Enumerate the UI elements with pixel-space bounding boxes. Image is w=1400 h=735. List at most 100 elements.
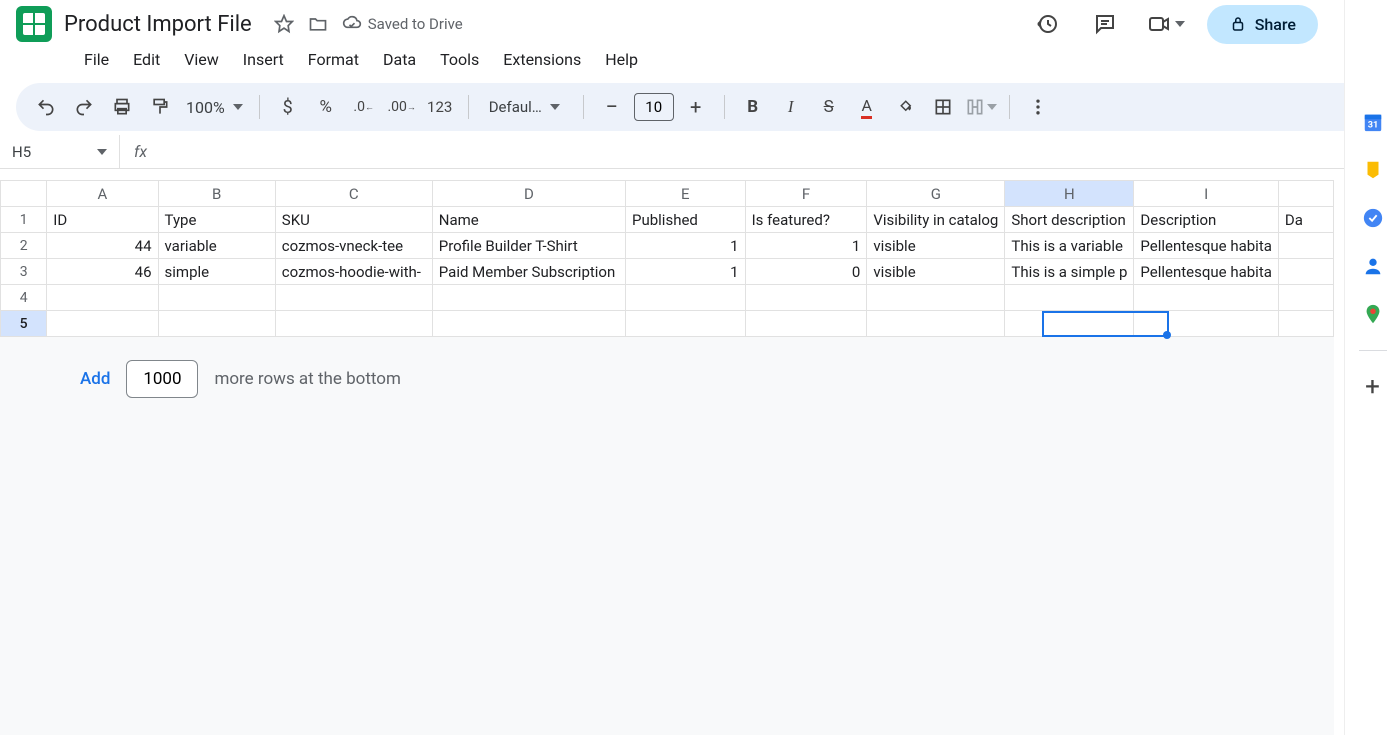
star-icon[interactable] (274, 14, 294, 34)
menu-tools[interactable]: Tools (430, 46, 489, 73)
cell[interactable]: Profile Builder T-Shirt (432, 233, 625, 259)
decrease-decimal-button[interactable]: .0← (348, 91, 380, 123)
move-folder-icon[interactable] (308, 14, 328, 34)
cell[interactable] (626, 311, 746, 337)
increase-font-button[interactable]: + (680, 91, 712, 123)
cell[interactable] (1278, 259, 1333, 285)
row-header[interactable]: 4 (1, 285, 47, 311)
cell[interactable]: ID (47, 207, 158, 233)
add-rows-count-input[interactable] (126, 360, 198, 398)
cell[interactable] (1278, 233, 1333, 259)
bold-button[interactable]: B (737, 91, 769, 123)
cell[interactable]: Pellentesque habita (1134, 233, 1278, 259)
font-select[interactable]: Defaul… (481, 98, 571, 116)
decrease-font-button[interactable]: − (596, 91, 628, 123)
zoom-select[interactable]: 100% (182, 98, 247, 117)
maps-icon[interactable] (1361, 302, 1385, 326)
more-formats-button[interactable]: 123 (424, 91, 456, 123)
menu-format[interactable]: Format (298, 46, 369, 73)
cell[interactable]: 1 (626, 259, 746, 285)
cell[interactable]: Short description (1005, 207, 1134, 233)
cell[interactable] (158, 285, 275, 311)
cell[interactable] (1005, 285, 1134, 311)
merge-cells-button[interactable] (965, 91, 997, 123)
col-header-J[interactable] (1278, 181, 1333, 207)
col-header-D[interactable]: D (432, 181, 625, 207)
cell[interactable]: variable (158, 233, 275, 259)
cell[interactable] (1134, 311, 1278, 337)
cell[interactable] (745, 311, 867, 337)
cell[interactable] (432, 285, 625, 311)
cell[interactable]: Published (626, 207, 746, 233)
cell[interactable]: Da (1278, 207, 1333, 233)
cell[interactable] (867, 311, 1005, 337)
cell[interactable]: Description (1134, 207, 1278, 233)
col-header-A[interactable]: A (47, 181, 158, 207)
menu-insert[interactable]: Insert (233, 46, 294, 73)
strikethrough-button[interactable]: S (813, 91, 845, 123)
menu-data[interactable]: Data (373, 46, 426, 73)
cell[interactable] (867, 285, 1005, 311)
cell[interactable] (1134, 285, 1278, 311)
sheets-logo[interactable] (16, 6, 52, 42)
col-header-I[interactable]: I (1134, 181, 1278, 207)
meet-icon[interactable] (1143, 4, 1189, 44)
cell[interactable] (47, 311, 158, 337)
col-header-B[interactable]: B (158, 181, 275, 207)
format-percent-button[interactable]: % (310, 91, 342, 123)
cell[interactable] (1278, 285, 1333, 311)
cell[interactable]: 46 (47, 259, 158, 285)
cell[interactable]: visible (867, 259, 1005, 285)
select-all-cell[interactable] (1, 181, 47, 207)
history-icon[interactable] (1027, 4, 1067, 44)
row-header[interactable]: 3 (1, 259, 47, 285)
cell[interactable]: 0 (745, 259, 867, 285)
menu-view[interactable]: View (174, 46, 229, 73)
document-title[interactable]: Product Import File (64, 12, 252, 37)
col-header-C[interactable]: C (275, 181, 432, 207)
row-header[interactable]: 2 (1, 233, 47, 259)
cell[interactable] (275, 285, 432, 311)
borders-button[interactable] (927, 91, 959, 123)
undo-button[interactable] (30, 91, 62, 123)
share-button[interactable]: Share (1207, 5, 1318, 44)
cell[interactable] (1278, 311, 1333, 337)
keep-icon[interactable] (1361, 158, 1385, 182)
cell[interactable]: 1 (626, 233, 746, 259)
cell[interactable]: SKU (275, 207, 432, 233)
cell[interactable]: This is a variable (1005, 233, 1134, 259)
menu-extensions[interactable]: Extensions (493, 46, 591, 73)
cell[interactable]: Pellentesque habita (1134, 259, 1278, 285)
font-size-input[interactable]: 10 (634, 93, 674, 121)
italic-button[interactable]: I (775, 91, 807, 123)
tasks-icon[interactable] (1361, 206, 1385, 230)
menu-help[interactable]: Help (595, 46, 648, 73)
drive-status[interactable]: Saved to Drive (342, 14, 463, 34)
increase-decimal-button[interactable]: .00→ (386, 91, 418, 123)
cell[interactable] (626, 285, 746, 311)
cell[interactable] (275, 311, 432, 337)
print-button[interactable] (106, 91, 138, 123)
row-header[interactable]: 5 (1, 311, 47, 337)
name-box[interactable]: H5 (0, 135, 120, 168)
formula-bar[interactable] (161, 135, 1400, 168)
cell[interactable]: visible (867, 233, 1005, 259)
cell[interactable]: cozmos-vneck-tee (275, 233, 432, 259)
menu-file[interactable]: File (74, 46, 119, 73)
col-header-E[interactable]: E (626, 181, 746, 207)
format-currency-button[interactable]: $ (272, 91, 304, 123)
comments-icon[interactable] (1085, 4, 1125, 44)
cell[interactable]: Is featured? (745, 207, 867, 233)
contacts-icon[interactable] (1361, 254, 1385, 278)
cell[interactable] (47, 285, 158, 311)
add-on-plus-icon[interactable]: + (1361, 375, 1385, 399)
cell[interactable]: 44 (47, 233, 158, 259)
cell[interactable]: Paid Member Subscription (432, 259, 625, 285)
cell[interactable] (745, 285, 867, 311)
text-color-button[interactable]: A (851, 91, 883, 123)
row-header[interactable]: 1 (1, 207, 47, 233)
more-toolbar-button[interactable] (1022, 91, 1054, 123)
cell[interactable]: Visibility in catalog (867, 207, 1005, 233)
fill-color-button[interactable] (889, 91, 921, 123)
cell[interactable]: Name (432, 207, 625, 233)
